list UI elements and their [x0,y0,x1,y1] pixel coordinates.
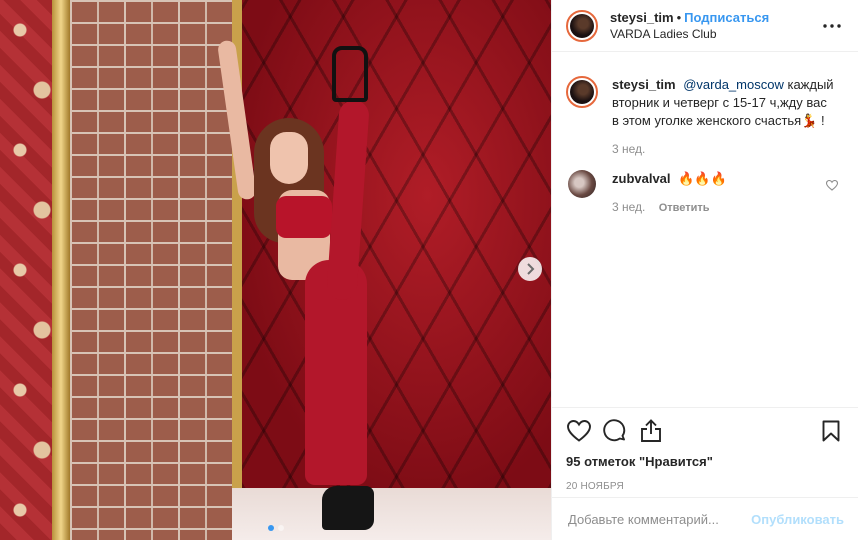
brick-column [70,0,232,540]
figure-shoe-raised [332,46,368,102]
caption-time[interactable]: 3 нед. [612,142,645,156]
post-date[interactable]: 20 НОЯБРЯ [566,481,844,492]
instagram-post: steysi_tim • Подписаться VARDA Ladies Club… [0,0,858,540]
share-icon [641,419,661,442]
caption-username[interactable]: steysi_tim [612,77,676,92]
heart-icon [567,420,591,442]
likes-count[interactable]: 95 отметок "Нравится" [566,454,844,469]
chevron-right-icon [527,263,535,275]
more-options-button[interactable] [822,16,842,36]
comment-button[interactable] [602,418,628,444]
more-icon [823,24,841,28]
publish-button[interactable]: Опубликовать [751,512,844,527]
carousel-dot-active [268,525,274,531]
add-comment-bar: Опубликовать [552,497,858,540]
comment-input[interactable] [566,510,752,528]
like-button[interactable] [566,418,592,444]
share-button[interactable] [638,418,664,444]
next-slide-button[interactable] [518,257,542,281]
figure-shoe-standing [322,486,374,530]
figure-top [276,196,332,238]
caption-avatar[interactable] [566,76,598,108]
post-side-panel: steysi_tim • Подписаться VARDA Ladies Club… [551,0,858,540]
comment-username[interactable]: zubvalval [612,171,671,186]
post-photo[interactable] [0,0,551,540]
carousel-dot [278,525,284,531]
action-bar: 95 отметок "Нравится" 20 НОЯБРЯ [552,407,858,492]
comment-time[interactable]: 3 нед. [612,200,645,214]
small-heart-icon [825,179,839,191]
author-username[interactable]: steysi_tim [610,10,674,25]
post-header: steysi_tim • Подписаться VARDA Ladies Club [552,0,858,52]
separator-dot: • [676,9,682,25]
bookmark-icon [822,420,840,442]
comment-icon [603,419,626,442]
caption: steysi_tim @varda_moscow каждый вторник … [566,76,844,158]
carousel-dots [268,525,284,531]
gold-trim [52,0,70,540]
reply-button[interactable]: Ответить [659,202,710,214]
follow-button[interactable]: Подписаться [684,10,769,25]
comments-section: steysi_tim @varda_moscow каждый вторник … [552,52,858,217]
commenter-avatar[interactable] [568,170,596,198]
comment-like-button[interactable] [825,178,839,196]
author-avatar[interactable] [566,9,598,42]
comment-item: zubvalval 🔥🔥🔥 3 нед. Ответить [566,170,844,217]
figure-face [270,132,308,184]
caption-mention[interactable]: @varda_moscow [683,77,784,92]
save-button[interactable] [818,418,844,444]
comment-text: 🔥🔥🔥 [678,171,727,186]
location-link[interactable]: VARDA Ladies Club [610,26,769,43]
floor [232,488,551,540]
